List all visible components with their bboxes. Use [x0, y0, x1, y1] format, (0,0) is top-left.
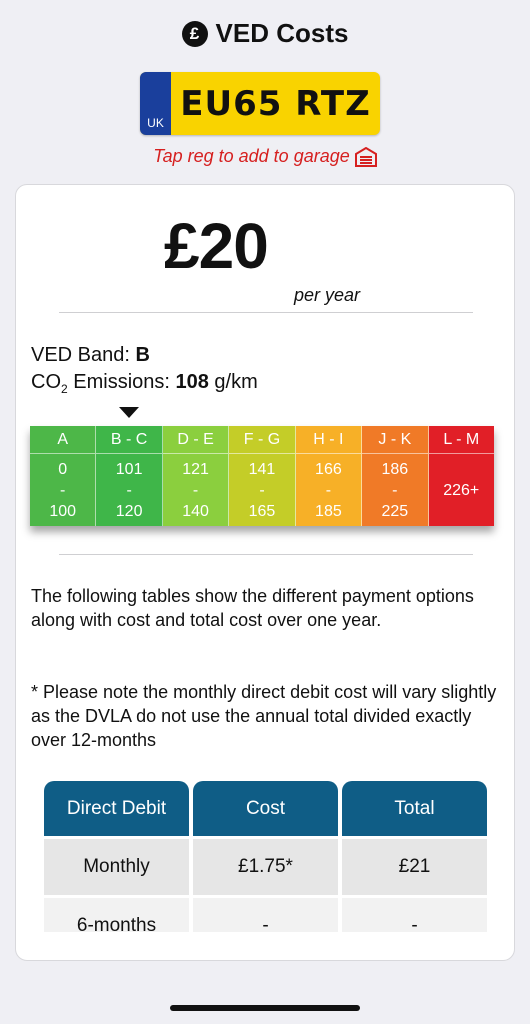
band-marker-icon	[119, 407, 139, 418]
band-sep: -	[126, 482, 132, 499]
band-range: 166 - 185	[296, 454, 361, 526]
band-range: 141 - 165	[229, 454, 294, 526]
table-cell: 6-months	[44, 898, 189, 932]
table-row: Monthly £1.75* £21	[44, 839, 487, 895]
band-from: 141	[248, 461, 276, 478]
band-value: 226+	[443, 482, 480, 499]
band-l-m: L - M 226+	[428, 426, 494, 526]
band-range: 121 - 140	[163, 454, 228, 526]
band-sep: -	[192, 482, 199, 499]
band-label: A	[30, 426, 96, 454]
cost-period: per year	[294, 285, 361, 305]
add-to-garage-link[interactable]: Tap reg to add to garage	[0, 146, 530, 167]
band-from: 0	[58, 461, 68, 478]
table-cell: £1.75*	[193, 839, 338, 895]
band-b-c: B - C 101 - 120	[96, 426, 163, 526]
table-row: 6-months - -	[44, 898, 487, 932]
intro-text: The following tables show the different …	[31, 586, 474, 630]
band-range: 186 - 225	[362, 454, 427, 526]
band-to: 225	[381, 503, 409, 520]
table-cell: -	[193, 898, 338, 932]
band-sep: -	[325, 482, 332, 499]
number-plate[interactable]: UK EU65 RTZ	[140, 72, 380, 135]
payment-table[interactable]: Direct Debit Cost Total Monthly £1.75* £…	[44, 781, 487, 932]
co2-value: 108	[175, 371, 209, 393]
band-from: 121	[182, 461, 209, 478]
band-to: 165	[248, 503, 276, 520]
table-header: Direct Debit Cost Total	[44, 781, 487, 836]
annual-cost: £20	[164, 210, 269, 282]
band-label: F - G	[229, 426, 295, 454]
band-sep: -	[259, 482, 265, 499]
plate-registration: EU65 RTZ	[180, 83, 371, 124]
band-to: 140	[182, 503, 209, 520]
band-d-e: D - E 121 - 140	[162, 426, 230, 526]
home-indicator[interactable]	[170, 1005, 360, 1011]
band-label: L - M	[428, 426, 494, 454]
table-cell: -	[342, 898, 487, 932]
band-a: A 0 - 100	[30, 426, 97, 526]
add-to-garage-text: Tap reg to add to garage	[153, 146, 350, 166]
band-range: 226+	[429, 454, 494, 526]
band-to: 120	[115, 503, 143, 520]
band-to: 100	[49, 503, 77, 520]
note-text: * Please note the monthly direct debit c…	[31, 682, 497, 750]
plate-country: UK	[140, 72, 171, 135]
header: £ VED Costs	[0, 18, 530, 49]
co2-line: CO2 Emissions: 108 g/km	[31, 371, 258, 396]
ved-band-value: B	[135, 344, 150, 366]
page-title: VED Costs	[215, 18, 349, 48]
band-j-k: J - K 186 - 225	[362, 426, 429, 526]
table-cell: Monthly	[44, 839, 189, 895]
table-header-cell: Direct Debit	[44, 781, 189, 836]
band-to: 185	[315, 503, 342, 520]
band-sep: -	[60, 482, 66, 499]
co2-unit: g/km	[208, 371, 258, 393]
ved-band-line: VED Band: B	[31, 344, 150, 367]
ved-band-label: VED Band:	[31, 344, 136, 366]
pound-circle-icon: £	[181, 20, 208, 47]
garage-icon	[354, 146, 377, 167]
table-header-cell: Total	[342, 781, 487, 836]
divider	[59, 554, 473, 555]
band-label: J - K	[362, 426, 428, 454]
band-range: 101 - 120	[96, 454, 161, 526]
co2-label-suffix: Emissions:	[67, 371, 176, 393]
band-f-g: F - G 141 - 165	[229, 426, 296, 526]
co2-subscript: 2	[61, 382, 68, 396]
band-label: B - C	[96, 426, 162, 454]
divider	[59, 312, 473, 313]
band-sep: -	[392, 482, 398, 499]
band-from: 166	[315, 461, 342, 478]
band-label: D - E	[162, 426, 229, 454]
ved-band-chart: A 0 - 100 B - C 101 - 120 D - E 121 - 14…	[30, 426, 494, 526]
band-from: 186	[381, 461, 409, 478]
band-label: H - I	[295, 426, 362, 454]
ved-cost-card: £20 per year VED Band: B CO2 Emissions: …	[15, 184, 515, 961]
co2-label: CO	[31, 371, 61, 393]
band-range: 0 - 100	[30, 454, 95, 526]
table-header-cell: Cost	[193, 781, 338, 836]
price-row: £20 per year	[16, 209, 514, 305]
band-h-i: H - I 166 - 185	[295, 426, 363, 526]
table-cell: £21	[342, 839, 487, 895]
band-from: 101	[115, 461, 143, 478]
